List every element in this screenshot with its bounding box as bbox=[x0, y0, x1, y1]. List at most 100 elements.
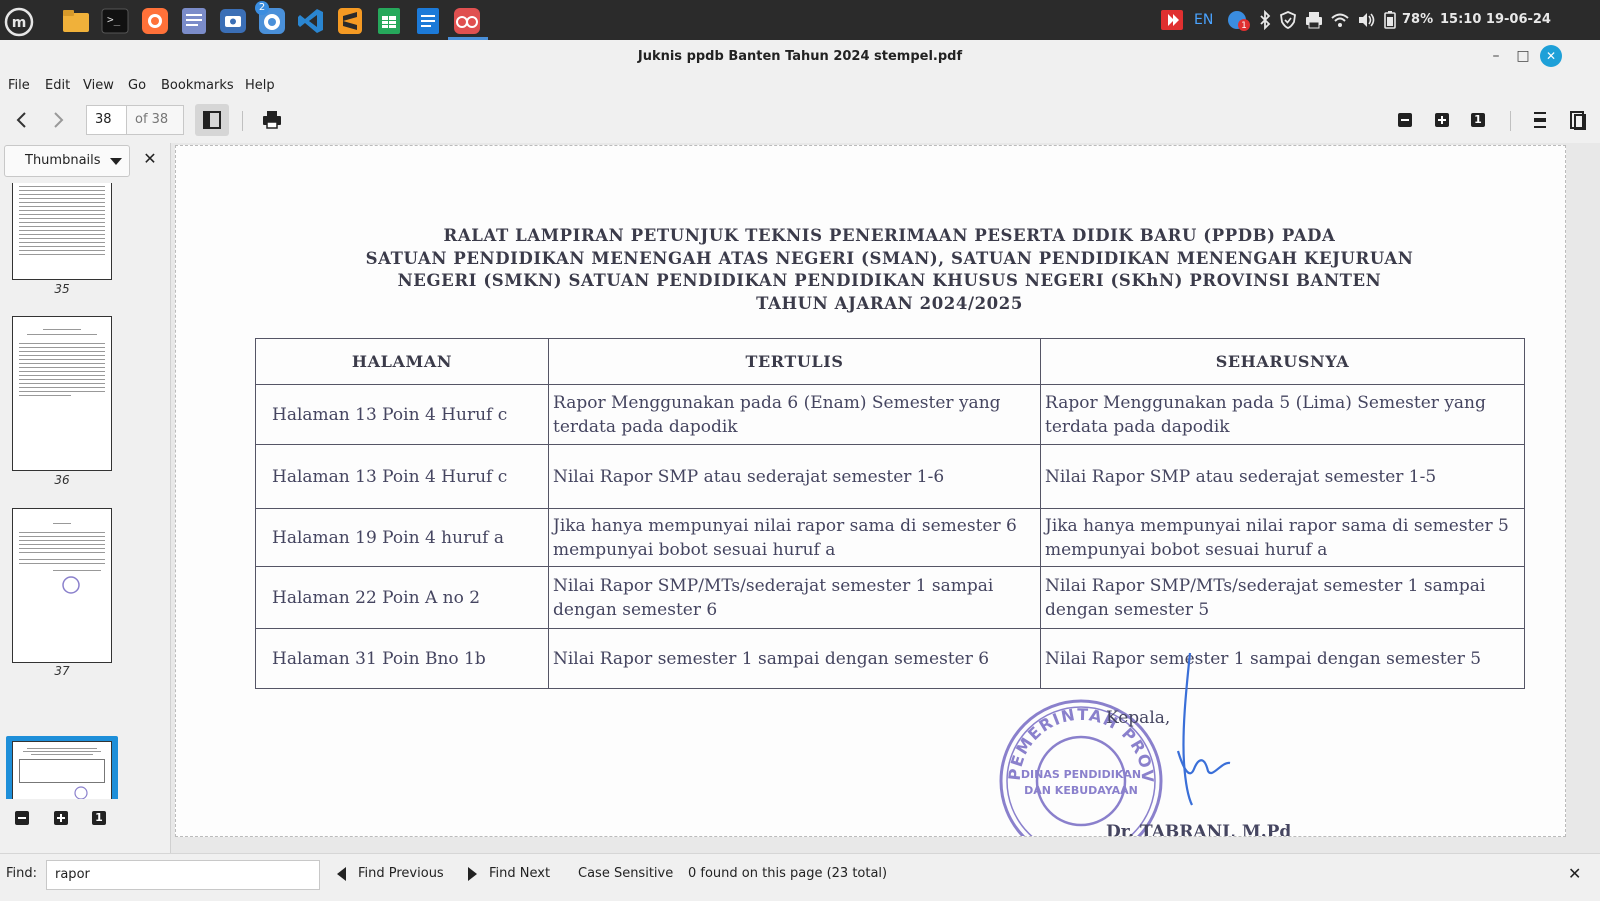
minimize-button[interactable]: – bbox=[1485, 45, 1507, 67]
zoom-out-button[interactable] bbox=[1398, 113, 1412, 127]
column-header: TERTULIS bbox=[548, 338, 1041, 385]
table-cell: Halaman 13 Poin 4 Huruf c bbox=[255, 384, 549, 445]
document-title-line: SATUAN PENDIDIKAN MENENGAH ATAS NEGERI (… bbox=[365, 249, 1414, 268]
vscode-icon[interactable] bbox=[296, 6, 326, 36]
document-view[interactable]: RALAT LAMPIRAN PETUNJUK TEKNIS PENERIMAA… bbox=[171, 143, 1600, 853]
minus-icon bbox=[18, 817, 26, 819]
find-previous-button[interactable]: Find Previous bbox=[337, 858, 444, 890]
signatory-name: Dr. TABRANI, M.Pd bbox=[1106, 822, 1292, 837]
find-next-label: Find Next bbox=[489, 866, 551, 881]
thumbnail-zoom-in-button[interactable] bbox=[54, 811, 68, 825]
linux-mint-menu-icon[interactable]: m bbox=[4, 6, 34, 37]
column-header: HALAMAN bbox=[255, 338, 549, 385]
menu-help[interactable]: Help bbox=[245, 73, 275, 99]
toolbar-separator bbox=[1510, 111, 1511, 131]
find-next-button[interactable]: Find Next bbox=[468, 858, 550, 890]
triangle-right-icon bbox=[468, 866, 477, 881]
screenshot-icon[interactable] bbox=[218, 6, 248, 36]
sidebar-toggle-button[interactable] bbox=[195, 104, 229, 136]
clock[interactable]: 15:10 19-06-24 bbox=[1440, 0, 1551, 40]
find-close-button[interactable]: ✕ bbox=[1568, 858, 1581, 890]
volume-icon[interactable] bbox=[1356, 0, 1376, 40]
thumbnail-zoom-controls: 1 bbox=[0, 799, 170, 839]
wifi-icon[interactable] bbox=[1330, 0, 1350, 40]
sidebar-close-button[interactable]: ✕ bbox=[140, 149, 160, 169]
find-previous-label: Find Previous bbox=[358, 866, 444, 881]
table-cell: Halaman 19 Poin 4 huruf a bbox=[255, 508, 549, 567]
case-sensitive-toggle[interactable]: Case Sensitive bbox=[578, 858, 673, 890]
document-title-line: RALAT LAMPIRAN PETUNJUK TEKNIS PENERIMAA… bbox=[443, 226, 1336, 245]
stamp-inner-text: DINAS PENDIDIKAN bbox=[1021, 768, 1141, 781]
files-icon[interactable] bbox=[61, 6, 91, 36]
terminal-icon[interactable]: >_ bbox=[100, 6, 130, 36]
table-cell: Nilai Rapor SMP/MTs/sederajat semester 1… bbox=[1040, 566, 1525, 629]
menu-view[interactable]: View bbox=[83, 73, 114, 99]
stamp-icon bbox=[62, 576, 80, 594]
printer-icon[interactable] bbox=[1304, 0, 1324, 40]
menu-go[interactable]: Go bbox=[128, 73, 146, 99]
continuous-scroll-button[interactable] bbox=[1528, 108, 1552, 132]
table-cell: Halaman 13 Poin 4 Huruf c bbox=[255, 444, 549, 509]
document-title-line: TAHUN AJARAN 2024/2025 bbox=[756, 294, 1023, 313]
find-input[interactable]: rapor bbox=[46, 860, 320, 890]
sublime-text-icon[interactable] bbox=[335, 6, 365, 36]
sidebar-mode-dropdown[interactable]: Thumbnails bbox=[4, 145, 130, 177]
bluetooth-icon[interactable] bbox=[1258, 0, 1272, 40]
battery-icon[interactable] bbox=[1383, 0, 1397, 40]
maximize-button[interactable]: □ bbox=[1512, 45, 1534, 67]
find-bar: Find: rapor Find Previous Find Next Case… bbox=[0, 853, 1600, 901]
table-cell: Halaman 31 Poin Bno 1b bbox=[255, 628, 549, 689]
writer-icon[interactable] bbox=[413, 6, 443, 36]
menu-bookmarks[interactable]: Bookmarks bbox=[161, 73, 234, 99]
stamp-icon bbox=[74, 786, 88, 799]
shield-icon[interactable] bbox=[1278, 0, 1298, 40]
text-editor-icon[interactable] bbox=[179, 6, 209, 36]
thumbnail-zoom-out-button[interactable] bbox=[15, 811, 29, 825]
table-cell: Nilai Rapor semester 1 sampai dengan sem… bbox=[1040, 628, 1525, 689]
spreadsheet-icon[interactable] bbox=[374, 6, 404, 36]
document-viewer-icon[interactable] bbox=[452, 6, 482, 36]
errata-table: HALAMAN TERTULIS SEHARUSNYA Halaman 13 P… bbox=[255, 338, 1525, 689]
language-indicator[interactable]: EN bbox=[1194, 0, 1213, 40]
thumbnail-fit-button[interactable]: 1 bbox=[92, 811, 106, 825]
previous-page-button[interactable] bbox=[10, 108, 34, 132]
firefox-icon[interactable] bbox=[140, 6, 170, 36]
thumbnail-page-37[interactable] bbox=[12, 508, 112, 663]
thumbnail-list[interactable]: 35 36 37 38 bbox=[0, 183, 170, 799]
table-row: Halaman 19 Poin 4 huruf a Jika hanya mem… bbox=[255, 508, 1525, 567]
table-cell: Nilai Rapor SMP atau sederajat semester … bbox=[548, 444, 1041, 509]
stamp-inner-text: DAN KEBUDAYAAN bbox=[1024, 784, 1138, 797]
menu-edit[interactable]: Edit bbox=[45, 73, 70, 99]
page-number-input[interactable]: 38 bbox=[86, 105, 126, 135]
notification-badge: 1 bbox=[1241, 21, 1247, 31]
chevron-left-icon bbox=[16, 112, 26, 128]
notification-icon[interactable] bbox=[1226, 0, 1250, 40]
zoom-reset-button[interactable]: 1 bbox=[1471, 113, 1485, 127]
table-cell: Jika hanya mempunyai nilai rapor sama di… bbox=[548, 508, 1041, 567]
zoom-in-button[interactable] bbox=[1435, 113, 1449, 127]
plus-icon bbox=[57, 814, 65, 822]
dual-page-button[interactable] bbox=[1566, 108, 1590, 132]
thumbnail-page-38[interactable] bbox=[12, 741, 112, 799]
table-cell: Jika hanya mempunyai nilai rapor sama di… bbox=[1040, 508, 1525, 567]
next-page-button[interactable] bbox=[46, 108, 70, 132]
close-button[interactable]: ✕ bbox=[1540, 45, 1562, 67]
system-panel: m >_ 2 EN 1 78% 15:10 19-06-24 bbox=[0, 0, 1600, 40]
anydesk-icon[interactable] bbox=[1160, 0, 1184, 40]
signature-position: Kepala, bbox=[1106, 708, 1171, 728]
table-cell: Nilai Rapor SMP/MTs/sederajat semester 1… bbox=[548, 566, 1041, 629]
handwritten-signature bbox=[1176, 652, 1231, 806]
menu-file[interactable]: File bbox=[8, 73, 30, 99]
sidebar-icon bbox=[203, 111, 221, 129]
chevron-down-icon bbox=[110, 158, 122, 165]
thumbnail-page-35[interactable] bbox=[12, 183, 112, 280]
pdf-page: RALAT LAMPIRAN PETUNJUK TEKNIS PENERIMAA… bbox=[175, 145, 1566, 837]
print-button[interactable] bbox=[260, 108, 284, 132]
table-cell: Halaman 22 Poin A no 2 bbox=[255, 566, 549, 629]
page-total-label: of 38 bbox=[126, 105, 184, 135]
toolbar: 38 of 38 1 bbox=[0, 100, 1600, 142]
minus-icon bbox=[1401, 119, 1409, 121]
sidebar-mode-label: Thumbnails bbox=[25, 153, 101, 168]
thumbnail-page-36[interactable] bbox=[12, 316, 112, 471]
printer-icon bbox=[263, 111, 281, 129]
